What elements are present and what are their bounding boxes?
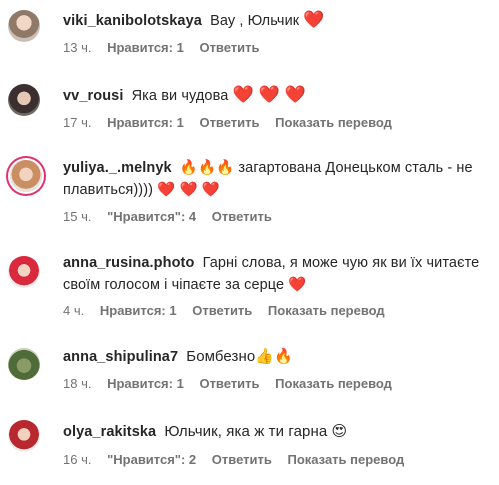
likes-count[interactable]: "Нравится": 4 <box>107 209 196 224</box>
show-translation-button[interactable]: Показать перевод <box>275 376 392 391</box>
heart-emoji: ❤️ ❤️ ❤️ <box>232 85 306 104</box>
avatar[interactable] <box>8 84 40 116</box>
likes-count[interactable]: Нравится: 1 <box>107 40 184 55</box>
comment-text: Бомбезно👍🔥 <box>186 348 293 365</box>
comment-text-line-1: 🔥🔥🔥 загартована Донецьком сталь - не <box>179 160 473 176</box>
avatar[interactable] <box>8 256 40 288</box>
comment-username[interactable]: viki_kanibolotskaya <box>63 13 202 29</box>
comment-time: 16 ч. <box>63 452 92 467</box>
likes-count[interactable]: Нравится: 1 <box>107 376 184 391</box>
avatar[interactable] <box>8 348 40 380</box>
reply-button[interactable]: Ответить <box>212 452 272 467</box>
likes-count[interactable]: "Нравится": 2 <box>107 452 196 467</box>
comment-username[interactable]: anna_rusina.photo <box>63 255 194 271</box>
comment-time: 18 ч. <box>63 376 92 391</box>
show-translation-button[interactable]: Показать перевод <box>275 115 392 130</box>
comment-time: 4 ч. <box>63 303 85 318</box>
avatar[interactable] <box>10 160 42 192</box>
comment-text-line-2: плавиться)))) ❤️ ❤️ ❤️ <box>63 182 220 198</box>
comment-text: Вау , Юльчик <box>210 13 300 29</box>
reply-button[interactable]: Ответить <box>212 209 272 224</box>
avatar[interactable] <box>8 10 40 42</box>
show-translation-button[interactable]: Показать перевод <box>268 303 385 318</box>
likes-count[interactable]: Нравится: 1 <box>100 303 177 318</box>
reply-button[interactable]: Ответить <box>199 40 259 55</box>
comment-username[interactable]: anna_shipulina7 <box>63 349 178 365</box>
comment-text: Яка ви чудова <box>131 88 229 104</box>
avatar[interactable] <box>8 420 40 452</box>
heart-emoji: ❤️ <box>303 10 325 29</box>
comment-username[interactable]: vv_rousi <box>63 88 123 104</box>
comment-username[interactable]: olya_rakitska <box>63 424 156 440</box>
reply-button[interactable]: Ответить <box>192 303 252 318</box>
comment-time: 17 ч. <box>63 115 92 130</box>
comment-username[interactable]: yuliya._.melnyk <box>63 160 172 176</box>
comment-time: 13 ч. <box>63 40 92 55</box>
likes-count[interactable]: Нравится: 1 <box>107 115 184 130</box>
reply-button[interactable]: Ответить <box>199 376 259 391</box>
comment-text: Юльчик, яка ж ти гарна 😍 <box>164 423 348 440</box>
comment-time: 15 ч. <box>63 209 92 224</box>
comment-text-line-2: своїм голосом і чіпаєте за серце ❤️ <box>63 277 307 293</box>
comment-text-line-1: Гарні слова, я може чую як ви їх читаєте <box>202 255 480 271</box>
show-translation-button[interactable]: Показать перевод <box>287 452 404 467</box>
reply-button[interactable]: Ответить <box>199 115 259 130</box>
